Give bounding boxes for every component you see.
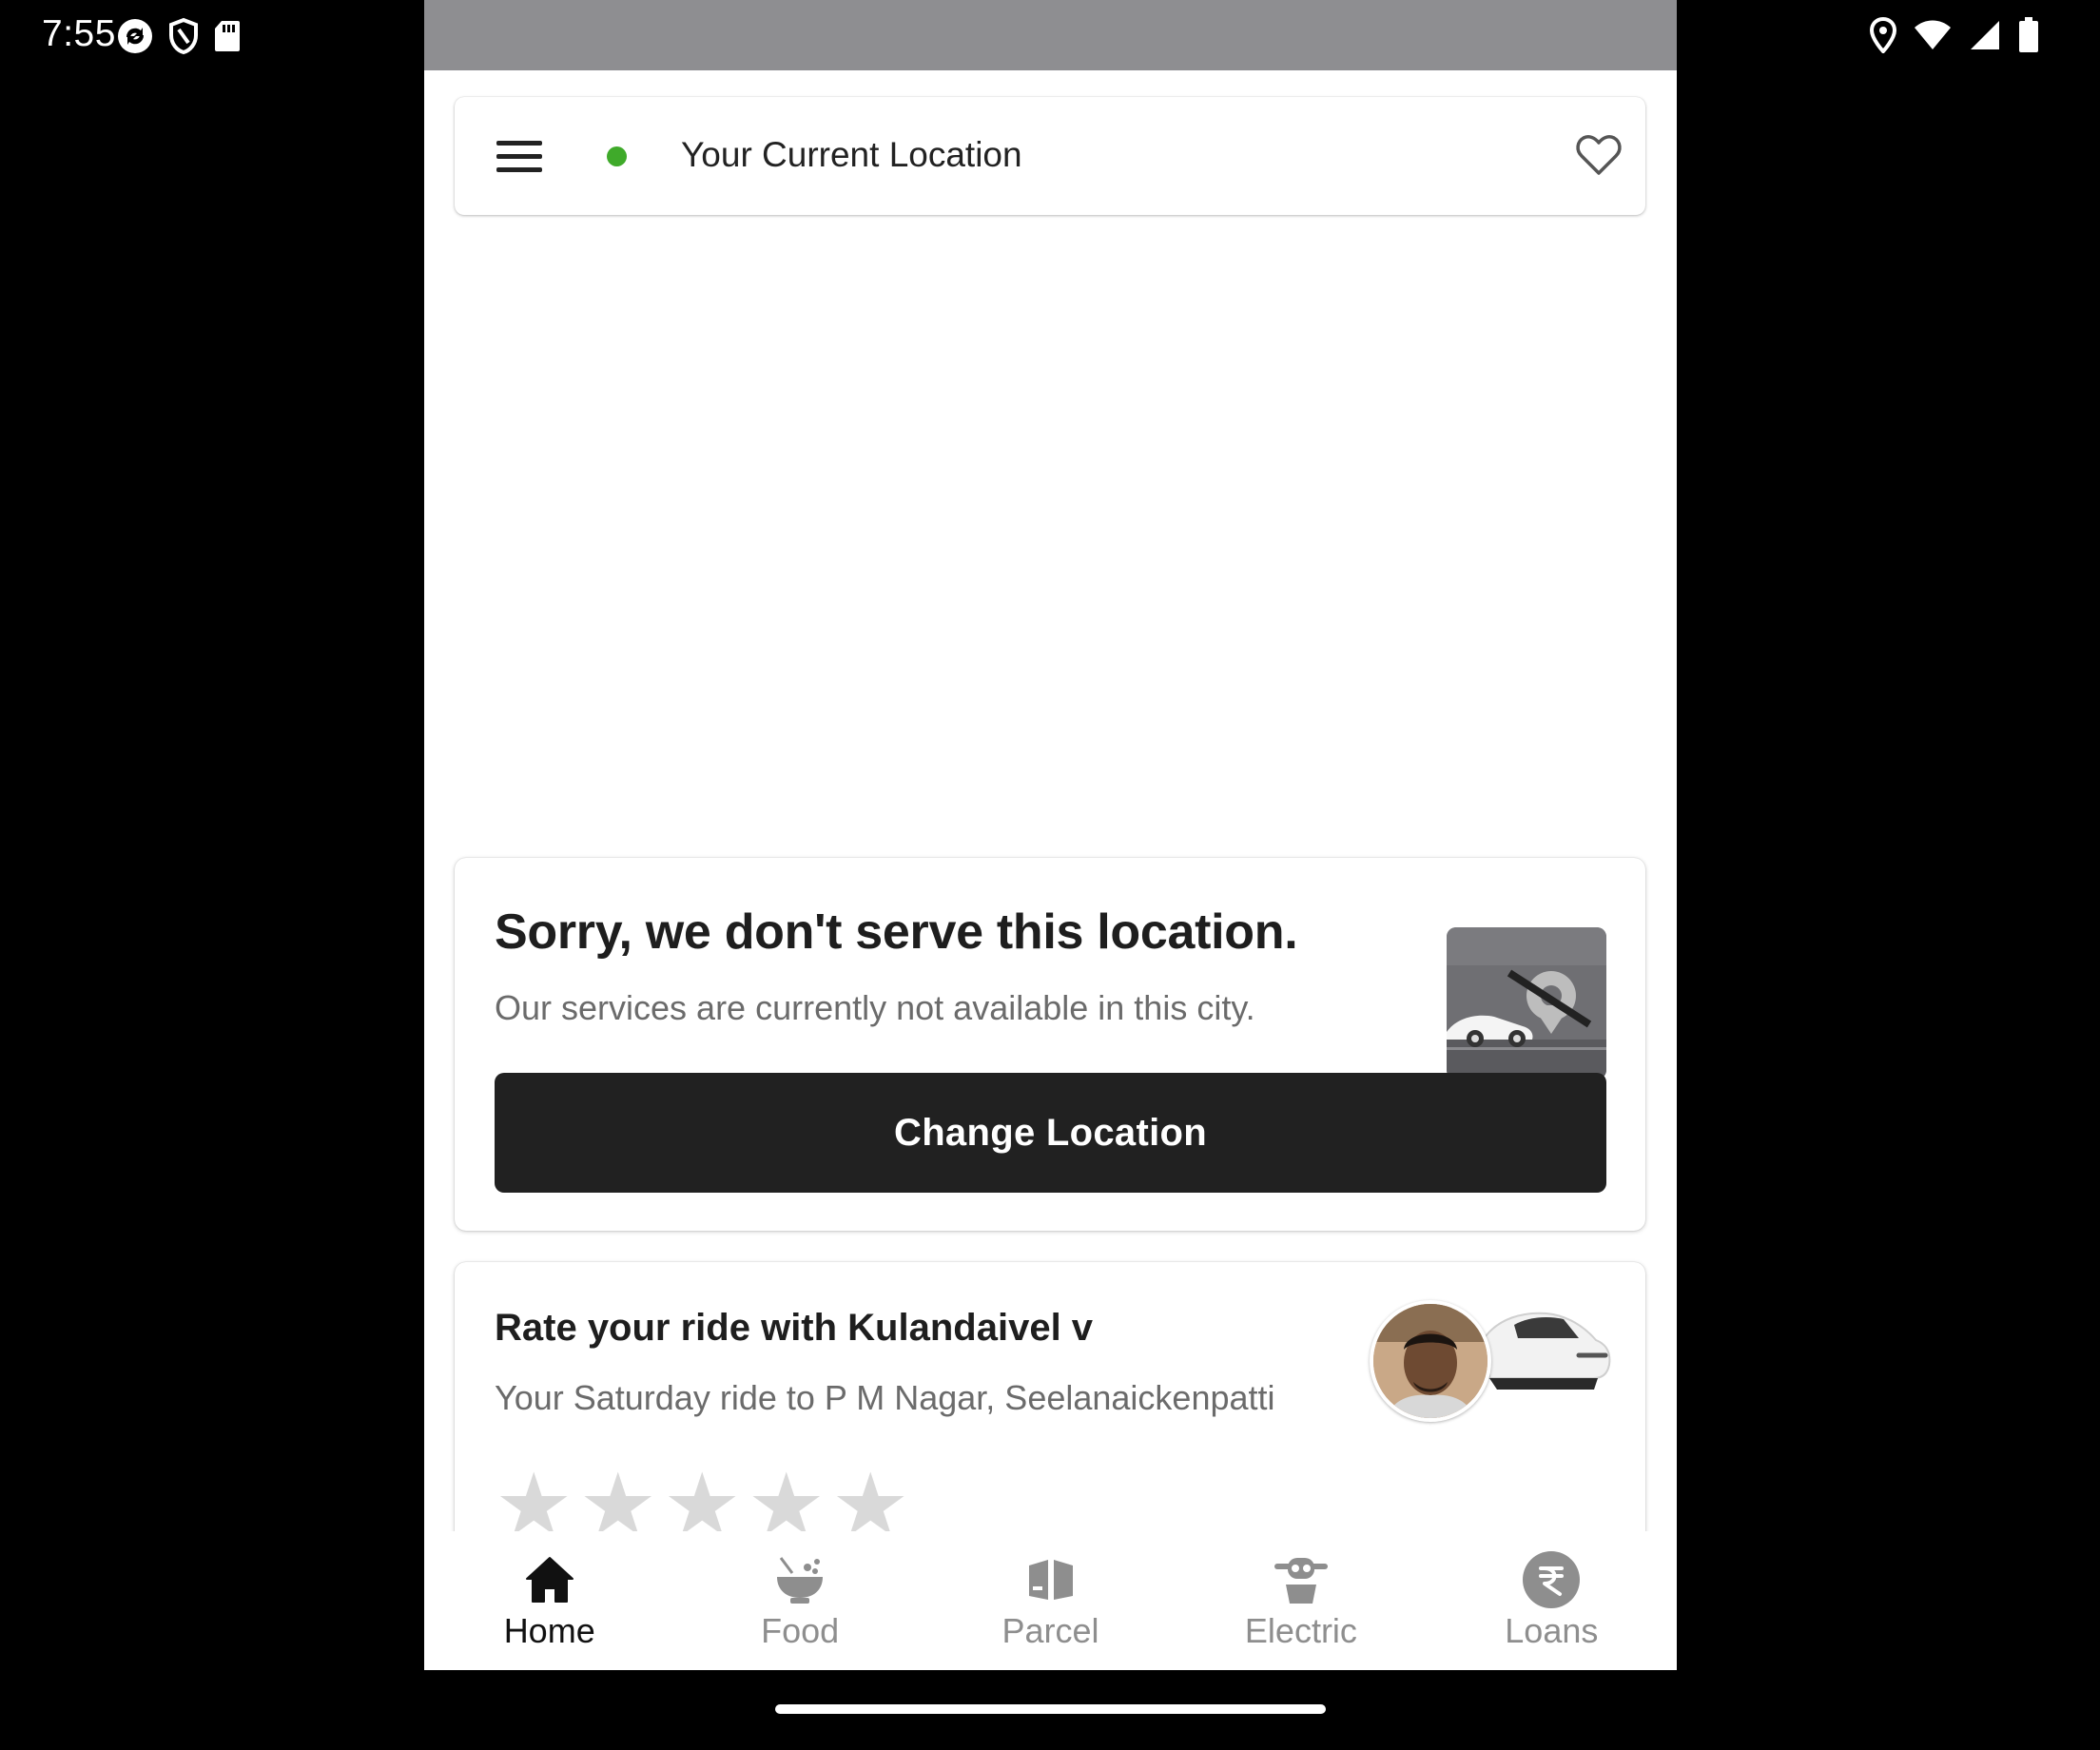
app-window: Your Current Location Sorry, we don't se… bbox=[424, 0, 1677, 1670]
wifi-icon bbox=[1914, 19, 1952, 51]
nav-loans[interactable]: Loans bbox=[1427, 1531, 1677, 1670]
rupee-icon bbox=[1522, 1551, 1581, 1614]
status-time: 7:55 bbox=[42, 13, 116, 54]
home-icon bbox=[525, 1556, 574, 1608]
location-pin-icon bbox=[1870, 17, 1896, 53]
food-bowl-icon bbox=[773, 1556, 826, 1610]
current-location-label[interactable]: Your Current Location bbox=[681, 135, 1022, 175]
change-location-button[interactable]: Change Location bbox=[495, 1073, 1606, 1193]
bottom-nav: Home Food Parcel Electric Loans bbox=[424, 1531, 1677, 1670]
sd-card-icon bbox=[213, 19, 242, 53]
car-illustration bbox=[1480, 1298, 1613, 1408]
unserved-title: Sorry, we don't serve this location. bbox=[495, 904, 1298, 960]
rate-ride-subtitle: Your Saturday ride to P M Nagar, Seelana… bbox=[495, 1378, 1275, 1417]
nav-parcel-label: Parcel bbox=[1001, 1611, 1099, 1650]
nav-loans-label: Loans bbox=[1505, 1611, 1599, 1650]
location-bar[interactable]: Your Current Location bbox=[455, 97, 1645, 215]
no-service-illustration bbox=[1447, 927, 1606, 1079]
nav-parcel[interactable]: Parcel bbox=[925, 1531, 1176, 1670]
cell-signal-icon bbox=[1969, 19, 2001, 51]
hamburger-menu-icon[interactable] bbox=[496, 141, 544, 175]
location-status-dot bbox=[607, 146, 627, 166]
sync-icon bbox=[116, 17, 154, 55]
unserved-subtitle: Our services are currently not available… bbox=[495, 988, 1255, 1027]
nav-electric-label: Electric bbox=[1244, 1611, 1357, 1650]
favorite-heart-icon[interactable] bbox=[1575, 133, 1623, 182]
app-top-strip bbox=[424, 0, 1677, 70]
shield-icon bbox=[167, 17, 200, 55]
unserved-location-card: Sorry, we don't serve this location. Our… bbox=[455, 858, 1645, 1231]
nav-home[interactable]: Home bbox=[424, 1531, 674, 1670]
status-left-icons bbox=[116, 17, 242, 55]
parcel-box-icon bbox=[1025, 1556, 1077, 1608]
rate-ride-title: Rate your ride with Kulandaivel v bbox=[495, 1307, 1094, 1349]
nav-home-label: Home bbox=[503, 1611, 595, 1650]
gesture-home-indicator[interactable] bbox=[775, 1704, 1326, 1714]
nav-food-label: Food bbox=[761, 1611, 840, 1650]
battery-icon bbox=[2018, 17, 2039, 53]
electric-vehicle-icon bbox=[1271, 1556, 1332, 1610]
status-right-icons bbox=[1870, 17, 2039, 53]
nav-electric[interactable]: Electric bbox=[1176, 1531, 1426, 1670]
driver-avatar bbox=[1370, 1300, 1491, 1422]
nav-food[interactable]: Food bbox=[674, 1531, 924, 1670]
